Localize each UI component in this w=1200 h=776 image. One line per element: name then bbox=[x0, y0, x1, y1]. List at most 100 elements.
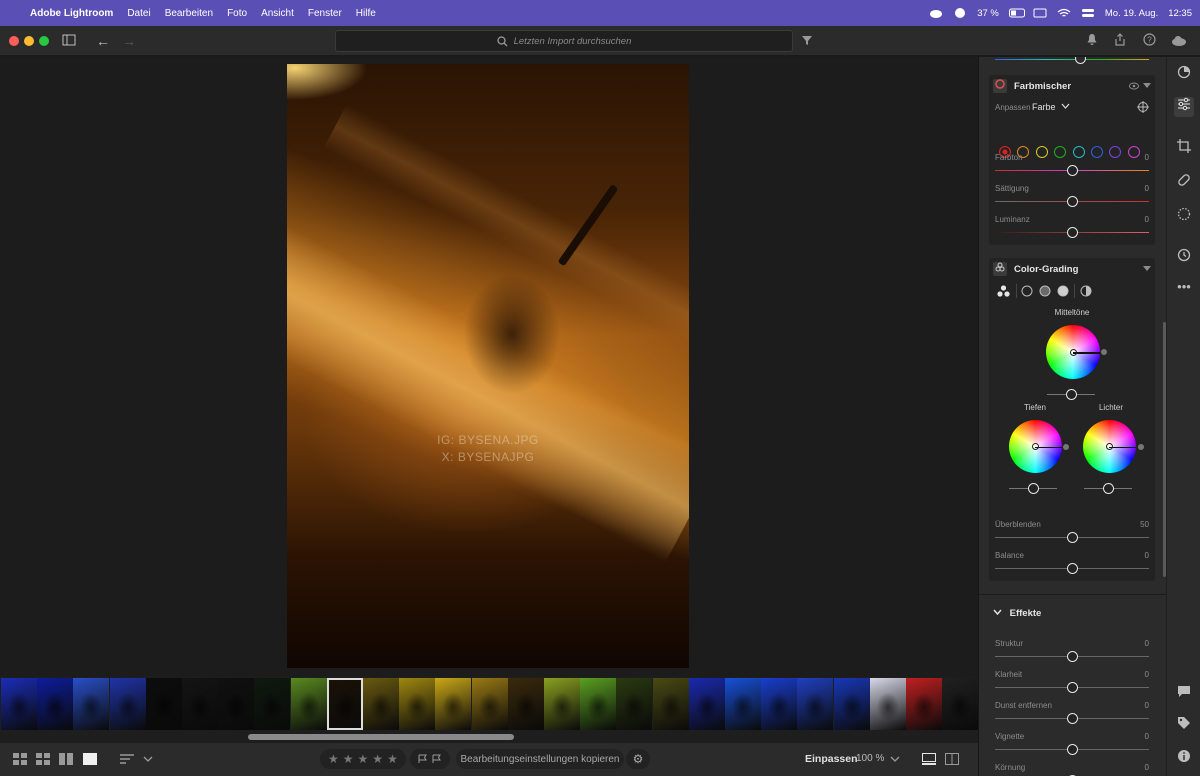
slider-knob[interactable] bbox=[1066, 165, 1078, 176]
battery-icon[interactable] bbox=[1008, 8, 1025, 18]
star-icon[interactable]: ★ bbox=[343, 752, 354, 766]
slider-knob[interactable] bbox=[1066, 744, 1078, 755]
collapse-triangle-icon[interactable] bbox=[1143, 83, 1151, 89]
slider-value[interactable]: 50 bbox=[1140, 520, 1149, 529]
slider-value[interactable]: 0 bbox=[1145, 551, 1149, 560]
color-channel-dot[interactable] bbox=[1109, 146, 1122, 158]
color-channel-dot[interactable] bbox=[1054, 146, 1067, 158]
adjust-dropdown[interactable]: Farbe bbox=[1032, 102, 1070, 112]
filmstrip-thumbnail[interactable] bbox=[218, 678, 255, 730]
cloud-icon[interactable] bbox=[929, 8, 943, 18]
zoom-dropdown-chevron-icon[interactable] bbox=[890, 753, 904, 765]
filmstrip-thumbnail[interactable] bbox=[145, 678, 182, 730]
slider-knob[interactable] bbox=[1066, 713, 1078, 724]
midtones-luminance-slider[interactable] bbox=[1047, 389, 1095, 400]
tag-icon[interactable] bbox=[1174, 716, 1194, 736]
slider-knob[interactable] bbox=[1066, 389, 1077, 400]
menubar-time[interactable]: 12:35 bbox=[1168, 8, 1192, 19]
slider-knob[interactable] bbox=[1066, 532, 1078, 543]
filmstrip-thumbnail[interactable] bbox=[290, 678, 327, 730]
share-icon[interactable] bbox=[1111, 32, 1129, 50]
slider-value[interactable]: 0 bbox=[1145, 670, 1149, 679]
photo-canvas[interactable]: IG: BYSENA.JPG X: BYSENAJPG bbox=[0, 57, 978, 677]
target-adjust-icon[interactable] bbox=[1137, 101, 1149, 113]
filmstrip-thumbnail[interactable] bbox=[725, 678, 761, 730]
color-channel-dot[interactable] bbox=[1035, 146, 1048, 158]
slider-knob[interactable] bbox=[1066, 196, 1078, 207]
filmstrip-thumbnail[interactable] bbox=[254, 678, 291, 730]
filmstrip-thumbnail[interactable] bbox=[906, 678, 942, 730]
grid-view-small-icon[interactable] bbox=[13, 753, 27, 765]
slider-knob[interactable] bbox=[1066, 651, 1078, 662]
star-icon[interactable]: ★ bbox=[372, 752, 383, 766]
wifi-icon[interactable] bbox=[1057, 8, 1071, 18]
masking-icon[interactable] bbox=[1174, 207, 1194, 227]
filmstrip-scroll-thumb[interactable] bbox=[248, 734, 514, 740]
filmstrip-thumbnail[interactable] bbox=[869, 678, 906, 730]
global-view-icon[interactable] bbox=[1080, 285, 1092, 297]
slider-value[interactable]: 0 bbox=[1145, 732, 1149, 741]
color-grading-header[interactable]: Color-Grading bbox=[989, 258, 1155, 280]
filmstrip-thumbnail[interactable] bbox=[688, 678, 725, 730]
zoom-level[interactable]: 100 % bbox=[856, 753, 884, 764]
filmstrip-thumbnail[interactable] bbox=[761, 678, 798, 730]
previous-slider-knob[interactable] bbox=[1075, 57, 1086, 64]
midtones-view-icon[interactable] bbox=[1039, 285, 1051, 297]
creative-cloud-icon[interactable] bbox=[953, 8, 967, 18]
slider-value[interactable]: 0 bbox=[1145, 153, 1149, 162]
close-window-button[interactable] bbox=[9, 36, 19, 46]
filmstrip-thumbnail[interactable] bbox=[1, 678, 37, 730]
before-after-icon[interactable] bbox=[945, 753, 959, 765]
crop-icon[interactable] bbox=[1174, 139, 1194, 159]
filmstrip-thumbnail[interactable] bbox=[580, 678, 617, 730]
color-channel-dot[interactable] bbox=[1091, 146, 1103, 158]
notifications-bell-icon[interactable] bbox=[1083, 32, 1101, 50]
flag-pick-icon[interactable] bbox=[418, 754, 428, 764]
filmstrip-thumbnail[interactable] bbox=[435, 678, 472, 730]
more-options-icon[interactable]: ••• bbox=[1174, 277, 1194, 297]
color-mixer-header[interactable]: Farbmischer bbox=[989, 75, 1155, 97]
midtones-hue-knob[interactable] bbox=[1101, 349, 1107, 355]
history-icon[interactable] bbox=[1174, 248, 1194, 268]
shadows-color-wheel[interactable] bbox=[1009, 420, 1062, 473]
filmstrip-thumbnail[interactable] bbox=[507, 678, 544, 730]
search-input[interactable]: Letzten Import durchsuchen bbox=[335, 30, 793, 52]
star-icon[interactable]: ★ bbox=[387, 752, 398, 766]
midtones-color-wheel[interactable] bbox=[1046, 325, 1100, 379]
copy-edit-settings-button[interactable]: Bearbeitungseinstellungen kopieren bbox=[456, 749, 624, 769]
presets-icon[interactable] bbox=[1174, 65, 1194, 85]
slider-knob[interactable] bbox=[1103, 483, 1114, 494]
highlights-color-wheel[interactable] bbox=[1083, 420, 1136, 473]
slider-value[interactable]: 0 bbox=[1145, 763, 1149, 772]
wheel-center-handle[interactable] bbox=[1106, 443, 1113, 450]
eye-icon[interactable] bbox=[1129, 82, 1139, 90]
star-icon[interactable]: ★ bbox=[328, 752, 339, 766]
zoom-window-button[interactable] bbox=[39, 36, 49, 46]
healing-bandage-icon[interactable] bbox=[1174, 173, 1194, 193]
sidebar-toggle-icon[interactable] bbox=[60, 32, 78, 50]
grid-view-large-icon[interactable] bbox=[36, 753, 50, 765]
fit-zoom-button[interactable]: Einpassen bbox=[805, 753, 858, 765]
color-channel-dot[interactable] bbox=[1072, 146, 1085, 158]
menu-hilfe[interactable]: Hilfe bbox=[356, 8, 376, 19]
filmstrip-thumbnail[interactable] bbox=[73, 678, 110, 730]
menu-datei[interactable]: Datei bbox=[127, 8, 150, 19]
help-icon[interactable]: ? bbox=[1140, 32, 1158, 50]
highlights-view-icon[interactable] bbox=[1057, 285, 1069, 297]
slider-knob[interactable] bbox=[1066, 227, 1078, 238]
filter-icon[interactable] bbox=[798, 32, 816, 50]
filmstrip-thumbnail[interactable] bbox=[942, 678, 978, 730]
chevron-down-icon[interactable] bbox=[143, 753, 157, 765]
filmstrip-thumbnail[interactable] bbox=[471, 678, 508, 730]
filmstrip-thumbnail[interactable] bbox=[616, 678, 653, 730]
menu-foto[interactable]: Foto bbox=[227, 8, 247, 19]
gear-icon[interactable]: ⚙ bbox=[626, 749, 650, 769]
minimize-window-button[interactable] bbox=[24, 36, 34, 46]
detail-view-icon[interactable] bbox=[83, 753, 97, 765]
flag-reject-icon[interactable] bbox=[432, 754, 442, 764]
highlights-luminance-slider[interactable] bbox=[1084, 483, 1132, 494]
three-way-view-icon[interactable] bbox=[997, 285, 1010, 297]
cloud-sync-icon[interactable] bbox=[1170, 32, 1188, 50]
filmstrip-thumbnail[interactable] bbox=[182, 678, 218, 730]
comment-icon[interactable] bbox=[1174, 684, 1194, 704]
